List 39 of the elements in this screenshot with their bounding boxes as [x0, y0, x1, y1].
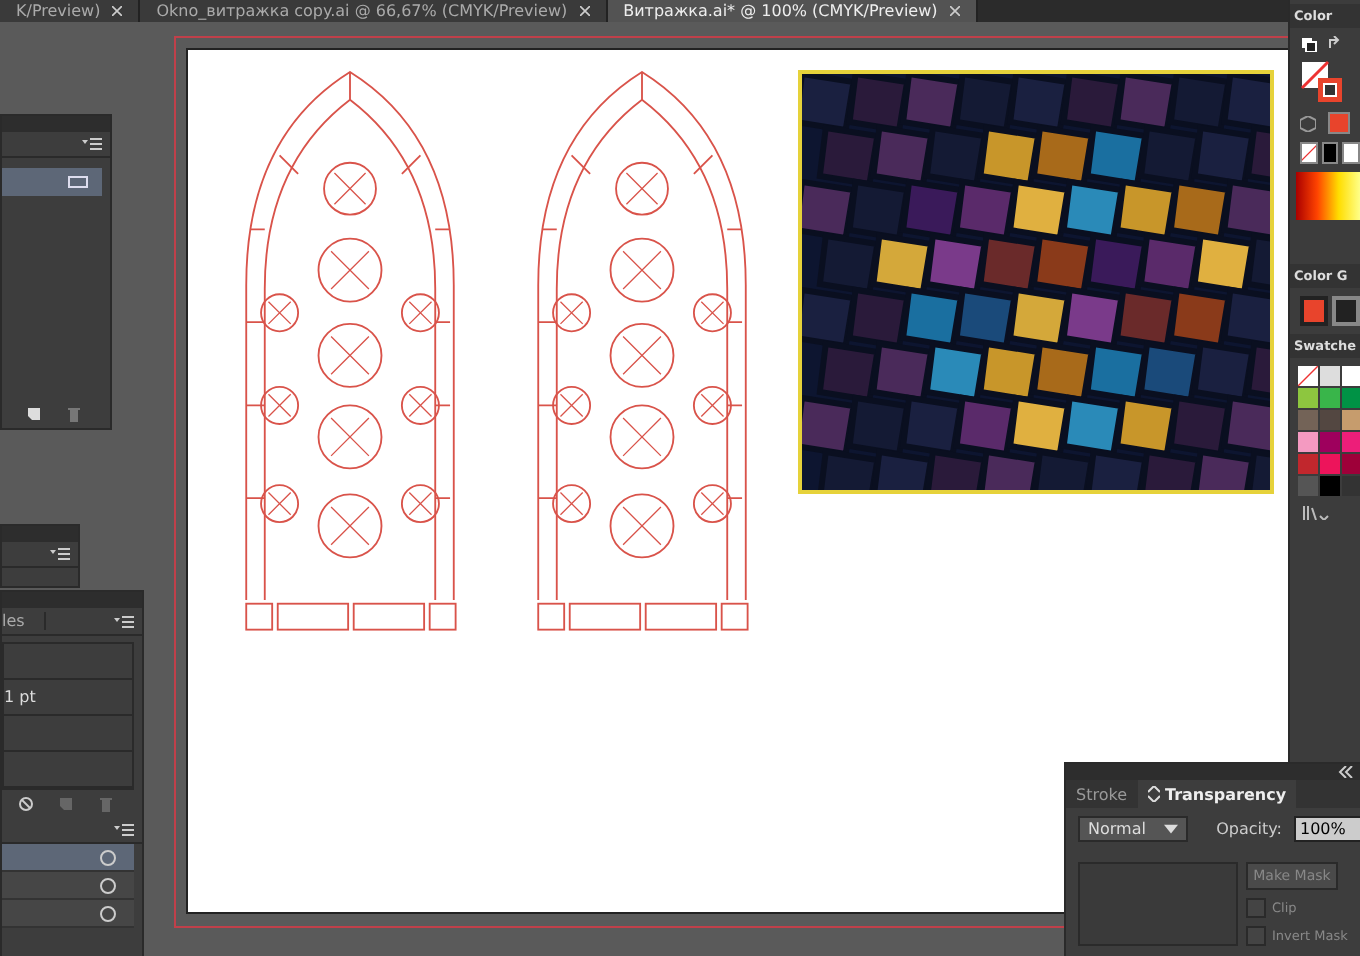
blend-mode-dropdown[interactable]: Normal — [1078, 816, 1189, 842]
library-icon[interactable] — [1302, 504, 1330, 520]
document-tab[interactable]: Витражка.ai* @ 100% (CMYK/Preview) — [607, 0, 978, 22]
checkbox[interactable] — [1246, 898, 1266, 918]
stroke-weight: 1 pt — [4, 688, 36, 706]
panel-tab[interactable]: Transparency — [1137, 780, 1297, 808]
opacity-field[interactable]: 100% — [1294, 816, 1360, 842]
sort-arrows-icon — [1147, 786, 1159, 802]
panel-tab[interactable]: les — [2, 612, 47, 630]
close-icon[interactable] — [112, 6, 123, 16]
panel-tab[interactable]: Stroke — [1066, 780, 1137, 808]
close-icon[interactable] — [579, 6, 590, 16]
menu-icon[interactable] — [50, 548, 70, 560]
new-icon[interactable] — [26, 406, 42, 422]
collapse-icon[interactable] — [1338, 766, 1354, 778]
circle-icon[interactable] — [98, 848, 118, 868]
menu-icon[interactable] — [114, 615, 134, 627]
menu-icon[interactable] — [114, 824, 134, 836]
color-swatch[interactable] — [1300, 296, 1328, 326]
circle-icon[interactable] — [98, 904, 118, 924]
cube-icon — [1300, 115, 1316, 131]
opacity-label: Opacity: — [1216, 820, 1282, 838]
checkbox[interactable] — [1246, 926, 1266, 946]
trash-icon[interactable] — [66, 406, 82, 422]
none-swatch[interactable] — [1300, 142, 1318, 164]
document-tab[interactable]: Okno_витражка copy.ai @ 66,67% (CMYK/Preview) — [140, 0, 608, 22]
color-swatch[interactable] — [1342, 142, 1360, 164]
color-swatch[interactable] — [1328, 112, 1350, 134]
fill-stroke-icon[interactable] — [1300, 60, 1344, 104]
menu-icon[interactable] — [82, 138, 102, 150]
document-tab[interactable]: K/Preview) — [0, 0, 141, 22]
artboard-icon — [66, 174, 90, 190]
caret-icon — [1164, 824, 1179, 834]
color-spectrum[interactable] — [1296, 172, 1360, 220]
no-icon[interactable] — [18, 796, 34, 812]
color-swatch[interactable] — [1332, 296, 1360, 326]
close-icon[interactable] — [949, 6, 960, 16]
circle-icon[interactable] — [98, 876, 118, 896]
color-swatch[interactable] — [1321, 142, 1339, 164]
